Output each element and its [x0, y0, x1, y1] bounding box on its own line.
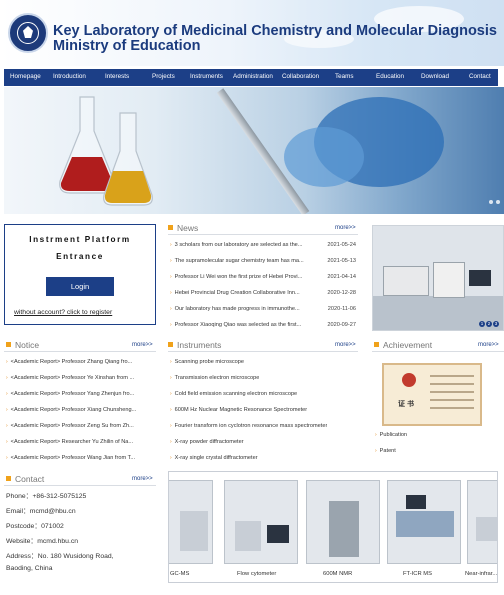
- news-more-link[interactable]: more>>: [335, 225, 356, 231]
- notice-heading: Notice: [6, 340, 39, 350]
- nav-education[interactable]: Education: [376, 73, 404, 80]
- hero-banner[interactable]: [4, 87, 504, 214]
- nav-introduction[interactable]: Introduction: [53, 73, 86, 80]
- slider-pager: 123: [478, 320, 499, 327]
- slider-page-2[interactable]: 2: [486, 321, 492, 327]
- platform-title: Instrment Platform: [29, 235, 131, 244]
- bullet-square-icon: [374, 342, 379, 347]
- slider-page-1[interactable]: 1: [479, 321, 485, 327]
- site-header: Key Laboratory of Medicinal Chemistry an…: [0, 0, 504, 66]
- bullet-square-icon: [168, 342, 173, 347]
- main-nav: Homepage Introduction Interests Projects…: [4, 69, 498, 86]
- gallery-caption: Flow cytometer: [237, 571, 277, 577]
- news-item[interactable]: › The supramolecular sugar chemistry team…: [170, 258, 356, 264]
- site-title-line1: Key Laboratory of Medicinal Chemistry an…: [53, 23, 497, 39]
- certificate-image[interactable]: 证 书: [382, 363, 482, 426]
- instrument-image: [433, 262, 465, 298]
- gallery-image-near-infrared[interactable]: [467, 480, 497, 564]
- notice-item[interactable]: › <Academic Report> Professor Xiang Chuns…: [6, 407, 156, 413]
- nav-contact[interactable]: Contact: [469, 73, 491, 80]
- lab-photo-slider[interactable]: 123: [372, 225, 504, 331]
- instrument-item[interactable]: › Transmission electron microscope: [170, 375, 259, 381]
- gallery-caption: 600M NMR: [323, 571, 353, 577]
- nav-download[interactable]: Download: [421, 73, 449, 80]
- contact-address-line2: Baoding, China: [6, 565, 53, 572]
- flask-image: [103, 112, 153, 206]
- banner-pager[interactable]: [486, 199, 500, 206]
- notice-item[interactable]: › <Academic Report> Professor Yang Zhenju…: [6, 391, 156, 397]
- instrument-item[interactable]: › Fourier transform ion cyclotron resonan…: [170, 423, 327, 429]
- instrument-item[interactable]: › Cold field emission scanning electron m…: [170, 391, 297, 397]
- nav-instruments[interactable]: Instruments: [190, 73, 223, 80]
- contact-heading: Contact: [6, 474, 44, 484]
- bullet-square-icon: [6, 342, 11, 347]
- login-button[interactable]: Login: [46, 277, 114, 296]
- news-item[interactable]: › Our laboratory has made progress in imm…: [170, 306, 356, 312]
- news-item[interactable]: › Hebei Provincial Drug Creation Collabor…: [170, 290, 356, 296]
- nav-homepage[interactable]: Homepage: [10, 73, 41, 80]
- monitor-image: [469, 270, 491, 286]
- achievement-item-publication[interactable]: › Publication: [375, 432, 407, 438]
- gallery-caption: FT-ICR MS: [403, 571, 432, 577]
- news-item[interactable]: › Professor Li Wei won the first prize of…: [170, 274, 356, 280]
- gallery-image-ft-icr-ms[interactable]: [387, 480, 461, 564]
- instrument-gallery: GC-MS Flow cytometer 600M NMR FT-ICR MS …: [168, 471, 498, 583]
- contact-email[interactable]: Email：mcmd@hbu.cn: [6, 505, 76, 515]
- instruments-heading: Instruments: [168, 340, 221, 350]
- notice-item[interactable]: › <Academic Report> Professor Zeng Su fro…: [6, 423, 156, 429]
- gallery-image-gcms[interactable]: [169, 480, 213, 564]
- achievement-item-patent[interactable]: › Patent: [375, 448, 396, 454]
- platform-subtitle: Entrance: [56, 252, 104, 261]
- gallery-image-flow-cytometer[interactable]: [224, 480, 298, 564]
- notice-more-link[interactable]: more>>: [132, 342, 153, 348]
- notice-item[interactable]: › <Academic Report> Professor Wang Jian f…: [6, 455, 156, 461]
- instrument-platform-login: Instrment Platform Entrance Login withou…: [4, 224, 156, 325]
- register-link[interactable]: without account? click to register: [14, 309, 112, 316]
- notice-item[interactable]: › <Academic Report> Professor Zhang Qiang…: [6, 359, 156, 365]
- contact-address-line1: Address：No. 180 Wusidong Road,: [6, 553, 114, 560]
- nav-administration[interactable]: Administration: [233, 73, 273, 80]
- achievement-heading: Achievement: [374, 340, 432, 350]
- news-item[interactable]: › 3 scholars from our laboratory are sele…: [170, 242, 356, 248]
- site-title-line2: Ministry of Education: [53, 38, 201, 54]
- national-emblem-icon: [402, 373, 416, 387]
- nav-collaboration[interactable]: Collaboration: [282, 73, 319, 80]
- nav-interests[interactable]: Interests: [105, 73, 129, 80]
- contact-more-link[interactable]: more>>: [132, 476, 153, 482]
- instrument-image: [383, 266, 429, 296]
- achievement-more-link[interactable]: more>>: [478, 342, 499, 348]
- nav-projects[interactable]: Projects: [152, 73, 175, 80]
- bullet-square-icon: [6, 476, 11, 481]
- contact-phone: Phone：+86-312-5075125: [6, 493, 87, 500]
- news-heading: News: [168, 223, 198, 233]
- gallery-image-nmr[interactable]: [306, 480, 380, 564]
- university-logo-icon[interactable]: [8, 13, 48, 53]
- nav-teams[interactable]: Teams: [335, 73, 354, 80]
- instrument-item[interactable]: › Scanning probe microscope: [170, 359, 244, 365]
- gallery-caption: Near-infrar...: [465, 571, 498, 577]
- instrument-item[interactable]: › 600M Hz Nuclear Magnetic Resonance Spec…: [170, 407, 307, 413]
- instruments-more-link[interactable]: more>>: [335, 342, 356, 348]
- slider-page-3[interactable]: 3: [493, 321, 499, 327]
- instrument-item[interactable]: › X-ray powder diffractometer: [170, 439, 244, 445]
- notice-item[interactable]: › <Academic Report> Professor Ye Xinshan …: [6, 375, 156, 381]
- contact-website[interactable]: Website：mcmd.hbu.cn: [6, 535, 78, 545]
- news-item[interactable]: › Professor Xiaoqing Qiao was selected as…: [170, 322, 356, 328]
- contact-postcode: Postcode：071002: [6, 523, 64, 530]
- instrument-item[interactable]: › X-ray single crystal diffractometer: [170, 455, 258, 461]
- gallery-caption: GC-MS: [170, 571, 190, 577]
- bullet-square-icon: [168, 225, 173, 230]
- notice-item[interactable]: › <Academic Report> Researcher Yu Zhilin …: [6, 439, 156, 445]
